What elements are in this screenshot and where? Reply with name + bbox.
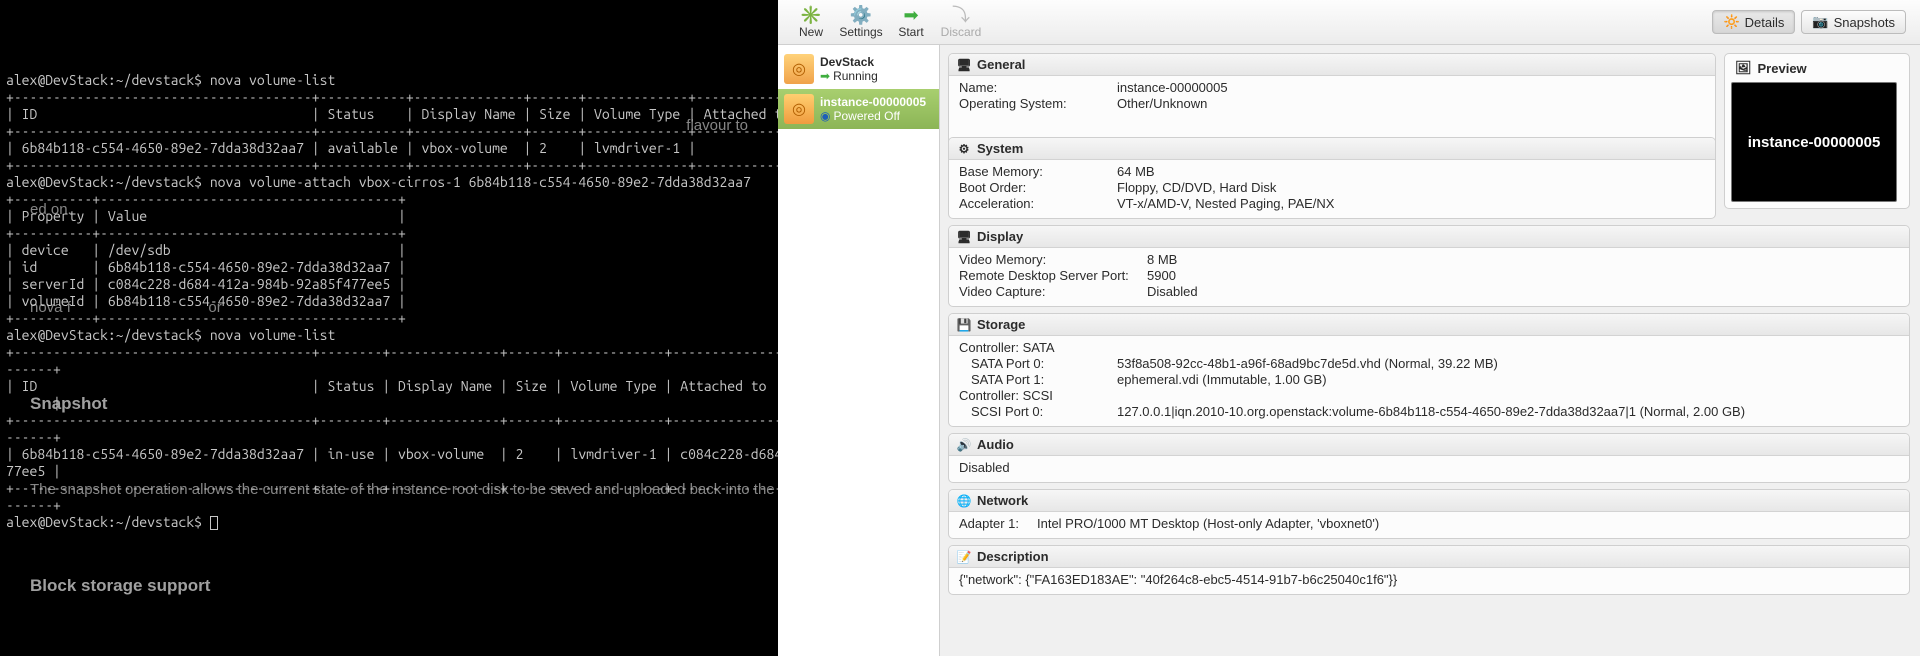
- vm-state: ➡Running: [820, 69, 878, 83]
- label: SATA Port 0:: [959, 356, 1109, 372]
- label: Remote Desktop Server Port:: [959, 268, 1139, 284]
- value: 8 MB: [1147, 252, 1899, 268]
- storage-controller: Controller: SCSI: [959, 388, 1899, 404]
- vm-list: ◎ DevStack ➡Running ◎ instance-00000005 …: [778, 45, 940, 656]
- value: 64 MB: [1117, 164, 1705, 180]
- general-icon: 🖥: [957, 58, 971, 72]
- section-system: ⚙ System Base Memory: 64 MB Boot Order: Flo…: [948, 137, 1716, 219]
- details-toggle[interactable]: 🔆Details: [1712, 10, 1795, 34]
- preview-thumbnail[interactable]: instance-00000005: [1731, 82, 1897, 202]
- section-preview: 🖼 Preview instance-00000005: [1724, 53, 1910, 209]
- vm-name: DevStack: [820, 55, 878, 69]
- vm-os-icon: ◎: [784, 54, 814, 84]
- label: Video Capture:: [959, 284, 1139, 300]
- network-icon: 🌐: [957, 494, 971, 508]
- label: Operating System:: [959, 96, 1109, 112]
- discard-icon: ⤵: [952, 5, 970, 25]
- new-icon: ✳️: [800, 5, 822, 25]
- details-icon: 🔆: [1723, 14, 1739, 30]
- label: Boot Order:: [959, 180, 1109, 196]
- preview-text: instance-00000005: [1748, 134, 1881, 151]
- label: SCSI Port 0:: [959, 404, 1109, 420]
- value: Other/Unknown: [1117, 96, 1705, 112]
- label: Adapter 1:: [959, 516, 1029, 532]
- new-button[interactable]: ✳️New: [786, 2, 836, 42]
- terminal-pane[interactable]: flavour to ed on. nova f or Snapshot The…: [0, 0, 778, 656]
- snapshots-toggle[interactable]: 📷Snapshots: [1801, 10, 1906, 34]
- label: SATA Port 1:: [959, 372, 1109, 388]
- section-audio: 🔊 Audio Disabled: [948, 433, 1910, 483]
- section-title: System: [977, 141, 1023, 156]
- preview-icon: 🖼: [1735, 60, 1752, 76]
- section-storage: 💾 Storage Controller: SATA SATA Port 0: 53…: [948, 313, 1910, 427]
- section-display: 🖥 Display Video Memory: 8 MB Remote Deskto…: [948, 225, 1910, 307]
- snapshots-icon: 📷: [1812, 14, 1828, 30]
- value: 127.0.0.1|iqn.2010-10.org.openstack:volu…: [1117, 404, 1899, 420]
- value: ephemeral.vdi (Immutable, 1.00 GB): [1117, 372, 1899, 388]
- start-arrow-icon: ➡: [903, 5, 918, 25]
- section-title: Storage: [977, 317, 1025, 332]
- value: 5900: [1147, 268, 1899, 284]
- section-network: 🌐 Network Adapter 1: Intel PRO/1000 MT Des…: [948, 489, 1910, 539]
- virtualbox-window: ✳️New ⚙️Settings ➡Start ⤵Discard 🔆Detail…: [778, 0, 1920, 656]
- toolbar: ✳️New ⚙️Settings ➡Start ⤵Discard 🔆Detail…: [778, 0, 1920, 45]
- label: Base Memory:: [959, 164, 1109, 180]
- details-panel: 🖥 General Name: instance-00000005 Operatin…: [940, 45, 1920, 656]
- terminal-cursor: [210, 516, 218, 530]
- storage-icon: 💾: [957, 318, 971, 332]
- value: Floppy, CD/DVD, Hard Disk: [1117, 180, 1705, 196]
- section-description: 📝 Description {"network": {"FA163ED183AE"…: [948, 545, 1910, 595]
- value: Intel PRO/1000 MT Desktop (Host-only Ada…: [1037, 516, 1899, 532]
- section-title: Audio: [977, 437, 1014, 452]
- label: Name:: [959, 80, 1109, 96]
- terminal-output: alex@DevStack:~/devstack$ nova volume-li…: [6, 55, 772, 548]
- discard-button: ⤵Discard: [936, 2, 986, 42]
- vm-item-instance[interactable]: ◎ instance-00000005 ◉Powered Off: [778, 89, 939, 129]
- start-button[interactable]: ➡Start: [886, 2, 936, 42]
- label: Video Memory:: [959, 252, 1139, 268]
- section-title: Display: [977, 229, 1023, 244]
- storage-controller: Controller: SATA: [959, 340, 1899, 356]
- section-title: Description: [977, 549, 1049, 564]
- value: Disabled: [959, 460, 1899, 476]
- settings-button[interactable]: ⚙️Settings: [836, 2, 886, 42]
- display-icon: 🖥: [957, 230, 971, 244]
- vm-os-icon: ◎: [784, 94, 814, 124]
- section-title: General: [977, 57, 1025, 72]
- description-icon: 📝: [957, 550, 971, 564]
- value: VT-x/AMD-V, Nested Paging, PAE/NX: [1117, 196, 1705, 212]
- value: {"network": {"FA163ED183AE": "40f264c8-e…: [959, 572, 1899, 588]
- value: 53f8a508-92cc-48b1-a96f-68ad9bc7de5d.vhd…: [1117, 356, 1899, 372]
- audio-icon: 🔊: [957, 438, 971, 452]
- running-arrow-icon: ➡: [820, 69, 830, 83]
- powered-off-icon: ◉: [820, 109, 830, 123]
- value: Disabled: [1147, 284, 1899, 300]
- section-title: Network: [977, 493, 1028, 508]
- label: Acceleration:: [959, 196, 1109, 212]
- vm-name: instance-00000005: [820, 95, 926, 109]
- value: instance-00000005: [1117, 80, 1705, 96]
- vm-state: ◉Powered Off: [820, 109, 926, 123]
- section-title: Preview: [1758, 61, 1807, 76]
- vm-item-devstack[interactable]: ◎ DevStack ➡Running: [778, 49, 939, 89]
- gear-icon: ⚙️: [850, 5, 872, 25]
- chip-icon: ⚙: [957, 142, 971, 156]
